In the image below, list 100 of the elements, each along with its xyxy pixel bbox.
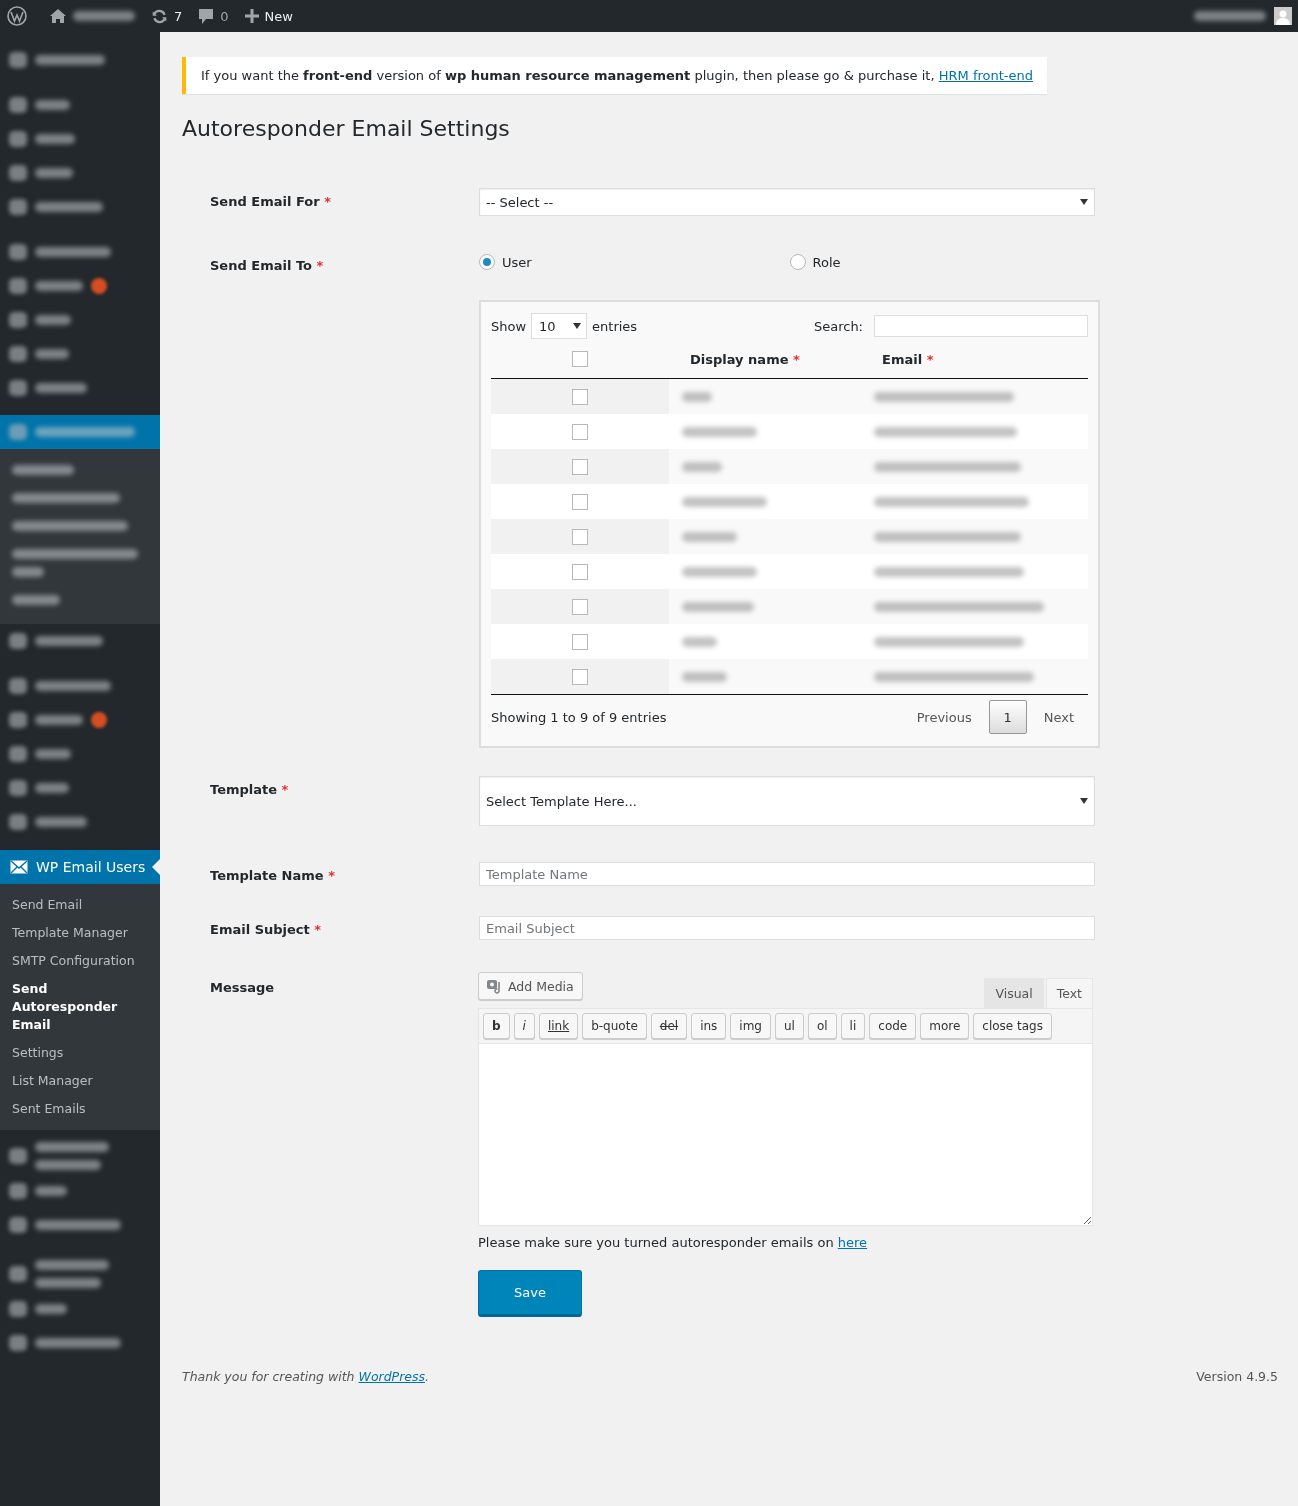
redacted-text bbox=[35, 1278, 101, 1288]
field-label: Send Email For * bbox=[210, 193, 332, 209]
page-button[interactable]: 1 bbox=[988, 700, 1027, 734]
next-link[interactable]: Next bbox=[1043, 709, 1074, 725]
editor-tab[interactable]: Text bbox=[1045, 978, 1093, 1008]
version-text: Version 4.9.5 bbox=[1196, 1369, 1278, 1384]
checkbox[interactable] bbox=[572, 563, 588, 580]
toolbar-button[interactable]: del bbox=[650, 1013, 688, 1039]
toolbar-button[interactable]: li bbox=[840, 1013, 866, 1039]
toolbar-button[interactable]: ul bbox=[774, 1013, 804, 1039]
comment-count: 0 bbox=[220, 8, 229, 24]
sidebar-submenu-item[interactable]: SMTP Configuration bbox=[0, 947, 160, 975]
blurred-icon bbox=[9, 165, 27, 181]
notification-badge bbox=[91, 278, 107, 294]
radio-button[interactable] bbox=[479, 254, 495, 270]
redacted-text bbox=[682, 671, 727, 682]
toolbar-button[interactable]: more bbox=[920, 1013, 970, 1039]
checkbox[interactable] bbox=[572, 668, 588, 685]
toolbar-button[interactable]: code bbox=[869, 1013, 917, 1039]
logo-icon[interactable] bbox=[7, 6, 27, 26]
save-button[interactable]: Save bbox=[478, 1270, 582, 1317]
update-count: 7 bbox=[174, 8, 183, 24]
redacted-text bbox=[35, 749, 71, 759]
blurred-icon bbox=[9, 52, 27, 68]
caret-icon bbox=[1080, 798, 1088, 804]
checkbox[interactable] bbox=[572, 351, 588, 367]
checkbox[interactable] bbox=[572, 528, 588, 545]
template-name-field[interactable]: Template Name bbox=[479, 862, 1095, 886]
redacted-text bbox=[682, 531, 737, 542]
checkbox[interactable] bbox=[572, 458, 588, 475]
previous-link[interactable]: Previous bbox=[916, 709, 972, 725]
new-link[interactable]: New bbox=[244, 8, 293, 24]
redacted-text bbox=[682, 461, 722, 472]
toolbar-button[interactable]: i bbox=[513, 1013, 535, 1039]
redacted-text bbox=[12, 595, 60, 605]
sidebar-submenu-item[interactable]: Settings bbox=[0, 1039, 160, 1067]
radio-label: User bbox=[502, 254, 532, 270]
sidebar-menu-item[interactable]: WP Email Users bbox=[0, 850, 160, 884]
footer-text: Thank you for creating with WordPress. bbox=[182, 1369, 429, 1384]
toolbar-button[interactable]: link bbox=[538, 1013, 579, 1039]
add-media-button[interactable]: Add Media bbox=[478, 972, 583, 1000]
toolbar-button[interactable]: close tags bbox=[973, 1013, 1052, 1039]
toolbar-button[interactable]: b bbox=[483, 1013, 510, 1039]
send-email-for-select[interactable]: -- Select -- bbox=[479, 188, 1095, 216]
blurred-icon bbox=[9, 1335, 27, 1351]
redacted-text bbox=[35, 383, 87, 393]
blurred-icon bbox=[9, 712, 27, 728]
template-select[interactable]: Select Template Here... bbox=[479, 776, 1095, 826]
checkbox[interactable] bbox=[572, 633, 588, 650]
toolbar-button[interactable]: ol bbox=[807, 1013, 837, 1039]
message-textarea[interactable] bbox=[478, 1044, 1093, 1226]
redacted-text bbox=[35, 1160, 101, 1170]
radio-label: Role bbox=[812, 254, 841, 270]
caret-icon bbox=[573, 323, 582, 329]
comment-icon[interactable] bbox=[198, 7, 215, 25]
sidebar-submenu-item[interactable]: Template Manager bbox=[0, 919, 160, 947]
plus-icon bbox=[244, 9, 259, 23]
toolbar-button[interactable]: b-quote bbox=[582, 1013, 647, 1039]
blurred-icon bbox=[9, 780, 27, 796]
column-header[interactable]: Email * bbox=[882, 351, 934, 367]
sidebar-submenu-item[interactable]: Sent Emails bbox=[0, 1095, 160, 1123]
home-icon[interactable] bbox=[49, 8, 67, 24]
wordpress-link[interactable]: WordPress bbox=[358, 1369, 425, 1384]
blurred-icon bbox=[9, 814, 27, 830]
checkbox[interactable] bbox=[572, 598, 588, 615]
notification-badge bbox=[91, 712, 107, 728]
caret-icon bbox=[1080, 199, 1088, 205]
avatar-icon[interactable] bbox=[1274, 7, 1292, 25]
sidebar-submenu-item[interactable]: Send Autoresponder Email bbox=[0, 975, 160, 1039]
here-link[interactable]: here bbox=[837, 1235, 868, 1250]
blurred-icon bbox=[9, 424, 27, 440]
column-header[interactable]: Display name * bbox=[690, 351, 800, 367]
show-label: Show bbox=[491, 318, 527, 334]
checkbox[interactable] bbox=[572, 388, 588, 405]
notice-link[interactable]: HRM front-end bbox=[938, 68, 1033, 83]
sidebar-submenu-item[interactable]: List Manager bbox=[0, 1067, 160, 1095]
redacted-text bbox=[35, 1186, 67, 1196]
redacted-text bbox=[35, 55, 105, 65]
note-text: Please make sure you turned autoresponder emails on here bbox=[478, 1235, 869, 1250]
blurred-icon bbox=[9, 380, 27, 396]
checkbox[interactable] bbox=[572, 493, 588, 510]
entries-select[interactable]: 10 bbox=[531, 313, 588, 339]
sidebar-submenu-item[interactable]: Send Email bbox=[0, 891, 160, 919]
redacted-text bbox=[35, 783, 69, 793]
field-label: Template Name * bbox=[210, 867, 336, 883]
search-field[interactable] bbox=[874, 315, 1088, 337]
envelope-icon bbox=[10, 860, 28, 874]
redacted-text bbox=[35, 349, 69, 359]
toolbar-button[interactable]: img bbox=[730, 1013, 771, 1039]
checkbox[interactable] bbox=[572, 423, 588, 440]
blurred-icon bbox=[9, 1183, 27, 1199]
refresh-icon[interactable] bbox=[151, 7, 168, 25]
radio-button[interactable] bbox=[789, 254, 806, 270]
editor-tab[interactable]: Visual bbox=[984, 978, 1044, 1008]
blurred-icon bbox=[9, 1301, 27, 1317]
redacted-text bbox=[35, 100, 70, 110]
toolbar-button[interactable]: ins bbox=[691, 1013, 727, 1039]
email-subject-field[interactable]: Email Subject bbox=[479, 916, 1095, 940]
redacted-text bbox=[35, 202, 103, 212]
blurred-icon bbox=[9, 278, 27, 294]
